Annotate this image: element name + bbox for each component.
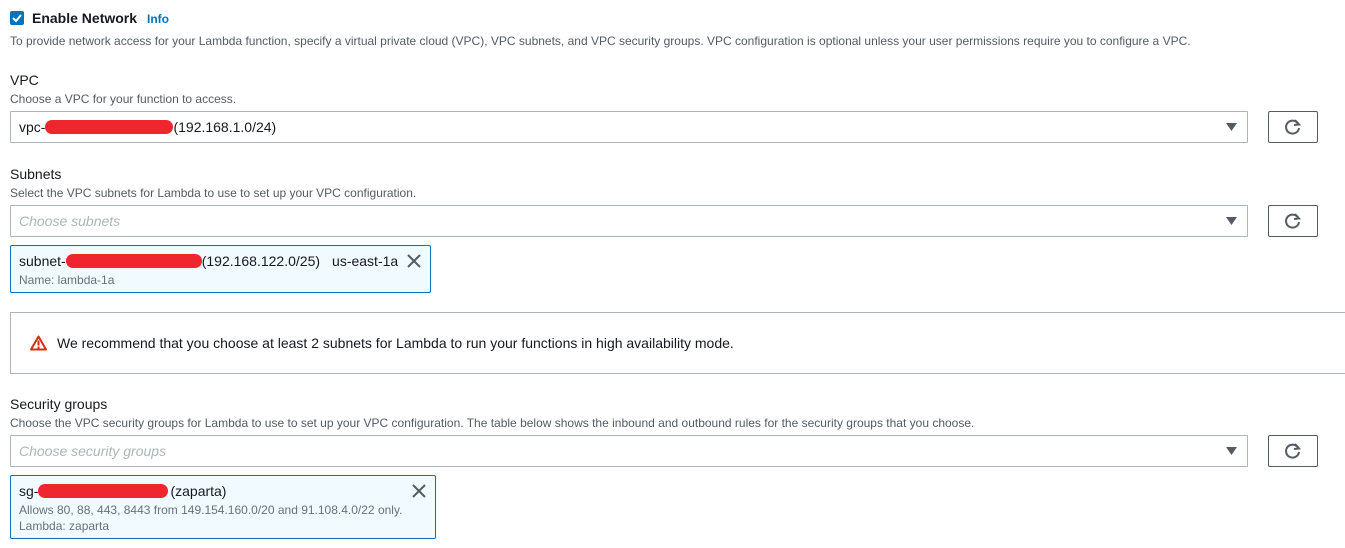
vpc-description: Choose a VPC for your function to access…	[10, 92, 237, 106]
refresh-icon	[1285, 443, 1302, 459]
high-availability-warning: We recommend that you choose at least 2 …	[10, 312, 1345, 374]
refresh-icon	[1285, 213, 1302, 229]
security-groups-placeholder: Choose security groups	[19, 443, 167, 459]
caret-down-icon	[1226, 123, 1237, 131]
network-description: To provide network access for your Lambd…	[10, 34, 1191, 48]
security-groups-description: Choose the VPC security groups for Lambd…	[10, 416, 975, 430]
vpc-id-prefix: vpc-	[19, 119, 46, 135]
security-groups-select[interactable]: Choose security groups	[10, 435, 1248, 467]
info-link[interactable]: Info	[147, 12, 169, 26]
warning-icon	[30, 335, 47, 351]
caret-down-icon	[1226, 447, 1237, 455]
caret-down-icon	[1226, 217, 1237, 225]
subnet-token-title: subnet- (192.168.122.0/25) us-east-1a	[19, 253, 398, 269]
selected-security-group-token: sg- (zaparta) Allows 80, 88, 443, 8443 fr…	[10, 475, 436, 539]
vpc-refresh-button[interactable]	[1268, 111, 1318, 143]
security-group-tag: Lambda: zaparta	[19, 519, 110, 533]
enable-network-checkbox[interactable]	[10, 11, 24, 25]
sg-id-prefix: sg-	[19, 483, 39, 499]
subnet-cidr: (192.168.122.0/25)	[201, 253, 321, 269]
vpc-select[interactable]: vpc- (192.168.1.0/24)	[10, 111, 1248, 143]
subnet-name-tag: Name: lambda-1a	[19, 273, 115, 287]
refresh-icon	[1285, 119, 1302, 135]
close-icon[interactable]	[407, 254, 421, 268]
vpc-cidr: (192.168.1.0/24)	[173, 119, 277, 135]
security-groups-label: Security groups	[10, 396, 108, 412]
vpc-label: VPC	[10, 72, 39, 88]
redaction-mark	[45, 120, 174, 134]
close-icon[interactable]	[412, 484, 426, 498]
vpc-selected-value: vpc- (192.168.1.0/24)	[19, 119, 276, 135]
subnets-refresh-button[interactable]	[1268, 205, 1318, 237]
redaction-mark	[38, 484, 169, 498]
security-groups-refresh-button[interactable]	[1268, 435, 1318, 467]
security-group-token-title: sg- (zaparta)	[19, 483, 226, 499]
warning-message: We recommend that you choose at least 2 …	[57, 335, 734, 351]
subnet-id-prefix: subnet-	[19, 253, 66, 269]
redaction-mark	[65, 254, 202, 268]
subnets-label: Subnets	[10, 166, 62, 182]
subnets-select[interactable]: Choose subnets	[10, 205, 1248, 237]
enable-network-label[interactable]: Enable Network	[32, 10, 137, 26]
selected-subnet-token: subnet- (192.168.122.0/25) us-east-1a Name…	[10, 245, 431, 293]
subnet-az: us-east-1a	[332, 253, 399, 269]
subnets-placeholder: Choose subnets	[19, 213, 121, 229]
checkmark-icon	[12, 14, 22, 23]
security-group-rules: Allows 80, 88, 443, 8443 from 149.154.16…	[19, 503, 403, 517]
subnets-description: Select the VPC subnets for Lambda to use…	[10, 186, 417, 200]
security-group-name: (zaparta)	[170, 483, 227, 499]
